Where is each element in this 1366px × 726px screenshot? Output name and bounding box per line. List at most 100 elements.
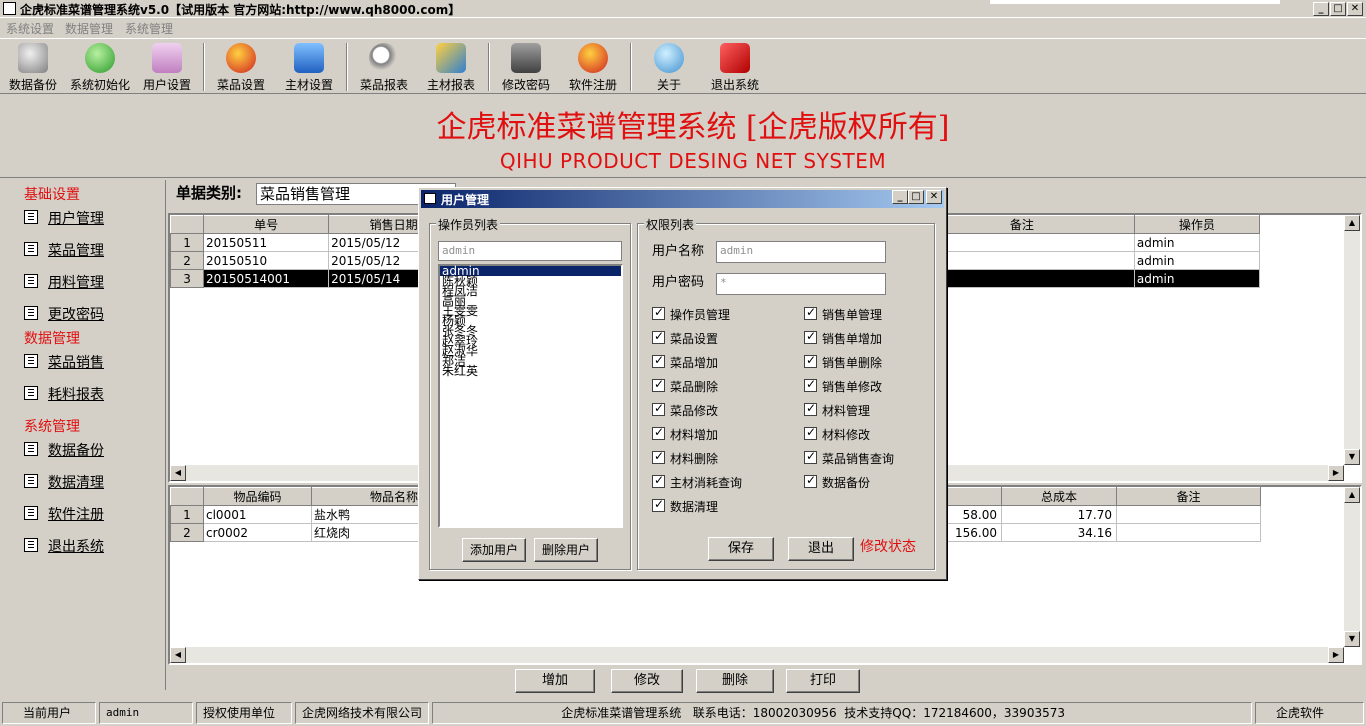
- toolbar-separator: [488, 43, 490, 91]
- register-icon: [578, 43, 608, 73]
- cell-order-no[interactable]: 20150514001: [203, 269, 330, 288]
- exit-cube-icon: [720, 43, 750, 73]
- list-item[interactable]: 程凤洁: [440, 285, 621, 297]
- add-button[interactable]: 增加: [515, 669, 595, 693]
- cell-total-cost[interactable]: 17.70: [1001, 505, 1117, 524]
- password-input[interactable]: *: [716, 273, 886, 295]
- cell-remark[interactable]: [1116, 523, 1261, 542]
- checkbox-icon: [804, 449, 817, 464]
- permissions-group-title: 权限列表: [644, 216, 697, 233]
- doc-category-label: 单据类别:: [176, 184, 242, 202]
- username-input[interactable]: admin: [716, 241, 886, 263]
- checkbox-icon: [652, 425, 665, 440]
- sidebar-item-label: 更改密码: [48, 307, 104, 323]
- toolbar-dish-settings[interactable]: 菜品设置: [212, 41, 270, 93]
- operator-search-input[interactable]: admin: [438, 241, 622, 261]
- toolbar-dish-report[interactable]: 菜品报表: [355, 41, 413, 93]
- operator-list[interactable]: admin 陈秋颖 程凤洁 高丽 王雯雯 杨颖 张冬冬 赵翠玲 赵淑华 郑洁 朱…: [438, 264, 623, 528]
- document-icon: [24, 442, 38, 456]
- cell-order-no[interactable]: 20150510: [203, 251, 330, 270]
- menu-system-settings[interactable]: 系统设置: [6, 20, 54, 37]
- cell-operator[interactable]: admin: [1133, 251, 1261, 270]
- document-icon: [24, 210, 38, 224]
- add-user-button[interactable]: 添加用户: [462, 538, 526, 562]
- list-item[interactable]: 赵淑华: [440, 345, 621, 357]
- dialog-app-icon: [424, 193, 436, 204]
- toolbar-label: 用户设置: [142, 78, 191, 92]
- cell-operator[interactable]: admin: [1133, 233, 1261, 252]
- horizontal-scrollbar[interactable]: ◀ ▶: [170, 647, 1344, 663]
- checkbox-icon: [804, 305, 817, 320]
- col-header-operator[interactable]: 操作员: [1133, 215, 1261, 234]
- scroll-left-icon[interactable]: ◀: [170, 465, 186, 481]
- col-header-total-cost[interactable]: 总成本: [1001, 487, 1117, 506]
- key-lock-icon: [511, 43, 541, 73]
- toolbar-exit[interactable]: 退出系统: [706, 41, 764, 93]
- cell-item-code[interactable]: cl0001: [203, 505, 312, 524]
- cell-operator[interactable]: admin: [1133, 269, 1261, 288]
- toolbar-software-register[interactable]: 软件注册: [564, 41, 622, 93]
- minimize-button[interactable]: _: [1313, 2, 1329, 16]
- dialog-title: 用户管理: [441, 193, 490, 207]
- toolbar-material-report[interactable]: 主材报表: [422, 41, 480, 93]
- vertical-scrollbar[interactable]: ▲ ▼: [1344, 487, 1360, 647]
- row-number: 1: [170, 233, 205, 252]
- dialog-minimize-button[interactable]: _: [892, 190, 908, 204]
- save-button[interactable]: 保存: [708, 537, 774, 561]
- menu-data-management[interactable]: 数据管理: [65, 20, 113, 37]
- list-item[interactable]: 朱红英: [440, 365, 621, 377]
- exit-dialog-button[interactable]: 退出: [788, 537, 854, 561]
- maximize-button[interactable]: □: [1330, 2, 1346, 16]
- print-button[interactable]: 打印: [786, 669, 860, 693]
- scroll-up-icon[interactable]: ▲: [1344, 487, 1360, 503]
- checkbox-icon: [804, 353, 817, 368]
- scroll-right-icon[interactable]: ▶: [1328, 647, 1344, 663]
- toolbar-label: 主材报表: [426, 78, 475, 92]
- toolbar-user-settings[interactable]: 用户设置: [138, 41, 196, 93]
- delete-button[interactable]: 删除: [696, 669, 774, 693]
- status-current-user: admin: [99, 702, 193, 724]
- cell-item-code[interactable]: cr0002: [203, 523, 312, 542]
- dialog-maximize-button[interactable]: □: [908, 190, 924, 204]
- cell-total-cost[interactable]: 34.16: [1001, 523, 1117, 542]
- list-item[interactable]: 王雯雯: [440, 305, 621, 317]
- col-header-item-code[interactable]: 物品编码: [203, 487, 312, 506]
- toolbar-label: 系统初始化: [69, 78, 130, 92]
- mode-status: 修改状态: [860, 539, 916, 555]
- perm-label: 材料管理: [822, 404, 871, 418]
- scroll-up-icon[interactable]: ▲: [1344, 215, 1360, 231]
- edit-button[interactable]: 修改: [611, 669, 683, 693]
- about-person-icon: [654, 43, 684, 73]
- toolbar-about[interactable]: 关于: [640, 41, 698, 93]
- cell-order-no[interactable]: 20150511: [203, 233, 330, 252]
- checkbox-icon: [804, 377, 817, 392]
- banner-title: 企虎标准菜谱管理系统 [企虎版权所有]: [436, 110, 950, 145]
- vertical-scrollbar[interactable]: ▲ ▼: [1344, 215, 1360, 465]
- delete-user-button[interactable]: 删除用户: [534, 538, 598, 562]
- scroll-right-icon[interactable]: ▶: [1328, 465, 1344, 481]
- cell-remark[interactable]: [1116, 505, 1261, 524]
- perm-label: 数据备份: [822, 476, 871, 490]
- toolbar-material-settings[interactable]: 主材设置: [280, 41, 338, 93]
- toolbar-system-init[interactable]: 系统初始化: [66, 41, 134, 93]
- row-number: 2: [170, 251, 205, 270]
- scroll-left-icon[interactable]: ◀: [170, 647, 186, 663]
- magnifier-icon: [369, 43, 399, 73]
- col-header-order-no[interactable]: 单号: [203, 215, 330, 234]
- toolbar-change-password[interactable]: 修改密码: [497, 41, 555, 93]
- menu-system-management[interactable]: 系统管理: [125, 20, 173, 37]
- toolbar-data-backup[interactable]: 数据备份: [4, 41, 62, 93]
- statusbar: 当前用户 admin 授权使用单位 企虎网络技术有限公司 企虎标准菜谱管理系统 …: [0, 700, 1366, 726]
- checkbox-icon: [652, 497, 665, 512]
- dialog-titlebar[interactable]: 用户管理: [421, 190, 944, 208]
- sidebar-item-label: 菜品管理: [48, 243, 104, 259]
- scroll-down-icon[interactable]: ▼: [1344, 449, 1360, 465]
- toolbar-label: 软件注册: [568, 78, 617, 92]
- col-header-remark[interactable]: 备注: [1116, 487, 1261, 506]
- dialog-close-button[interactable]: ✕: [926, 190, 942, 204]
- sidebar-heading-basic: 基础设置: [24, 187, 80, 203]
- close-button[interactable]: ✕: [1347, 2, 1363, 16]
- scroll-down-icon[interactable]: ▼: [1344, 631, 1360, 647]
- sidebar-heading-system: 系统管理: [24, 419, 80, 435]
- toolbar-label: 修改密码: [501, 78, 550, 92]
